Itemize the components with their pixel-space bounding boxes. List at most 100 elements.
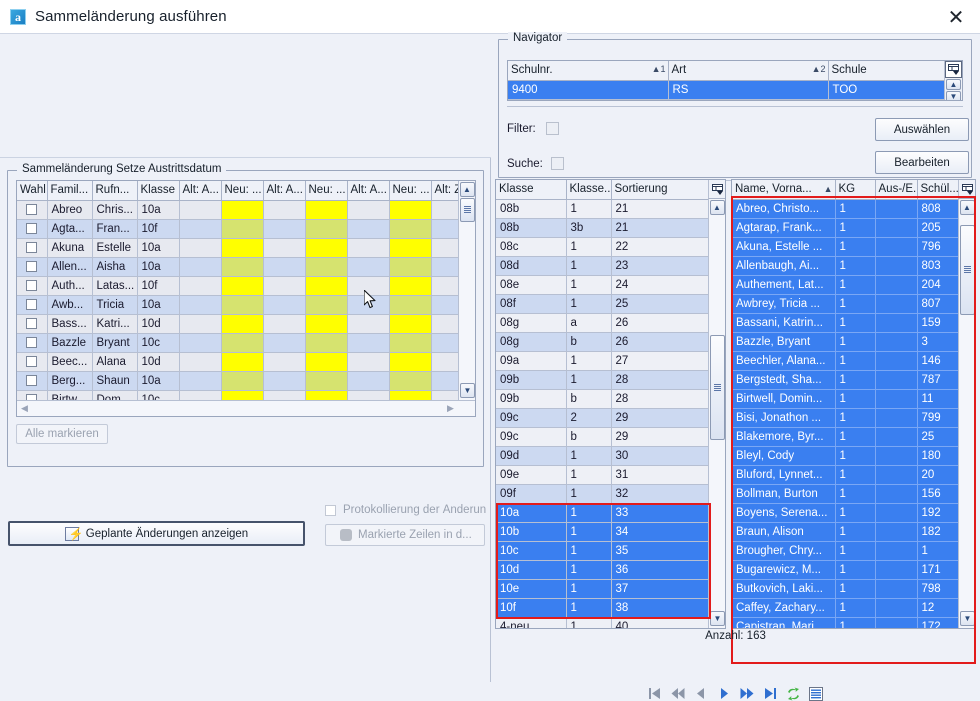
- cell-alt-4[interactable]: [347, 219, 390, 239]
- column-header-9[interactable]: Neu: ...: [389, 181, 432, 201]
- klasse-row[interactable]: 10d 1 36: [496, 560, 711, 580]
- changes-table-vscrollbar[interactable]: ▲ ▼: [458, 181, 475, 400]
- cell-alt-2[interactable]: [263, 200, 306, 220]
- cell-alt-4[interactable]: [347, 276, 390, 296]
- scroll-right-icon[interactable]: ▶: [443, 401, 458, 415]
- klasse-row[interactable]: 09d 1 30: [496, 446, 711, 466]
- name-column-header-0[interactable]: Name, Vorna... ▲: [732, 180, 836, 200]
- column-chooser-icon[interactable]: [945, 61, 962, 78]
- row-checkbox[interactable]: [26, 279, 38, 291]
- klasse-row[interactable]: 08b 3b 21: [496, 218, 711, 238]
- table-row[interactable]: Akuna Estelle 10a: [17, 238, 458, 258]
- scroll-left-icon[interactable]: ◀: [17, 401, 32, 415]
- cell-alt-0[interactable]: [179, 257, 222, 277]
- cell-neu-3[interactable]: [305, 276, 348, 296]
- select-button[interactable]: Auswählen: [875, 118, 969, 141]
- cell-alt-6[interactable]: [431, 276, 458, 296]
- name-row[interactable]: Akuna, Estelle ... 1 796: [732, 237, 961, 257]
- table-row[interactable]: Berg... Shaun 10a: [17, 371, 458, 391]
- nav-column-header-1[interactable]: Art ▲2: [668, 61, 829, 81]
- cell-neu-3[interactable]: [305, 295, 348, 315]
- name-row[interactable]: Bleyl, Cody 1 180: [732, 446, 961, 466]
- navigator-table[interactable]: Schulnr. ▲1 Art ▲2 Schule 9400 RS TOO ▲ ▼: [507, 60, 963, 101]
- name-row[interactable]: Blakemore, Byr... 1 25: [732, 427, 961, 447]
- marked-rows-button[interactable]: Markierte Zeilen in d...: [325, 524, 485, 546]
- name-row[interactable]: Birtwell, Domin... 1 11: [732, 389, 961, 409]
- cell-neu-3[interactable]: [305, 333, 348, 353]
- cell-neu-3[interactable]: [305, 257, 348, 277]
- cell-alt-2[interactable]: [263, 352, 306, 372]
- cell-neu-1[interactable]: [221, 295, 264, 315]
- klasse-row[interactable]: 09c 2 29: [496, 408, 711, 428]
- column-header-3[interactable]: Klasse: [137, 181, 180, 201]
- name-row[interactable]: Beechler, Alana... 1 146: [732, 351, 961, 371]
- table-row[interactable]: Beec... Alana 10d: [17, 352, 458, 372]
- nav-column-header-0[interactable]: Schulnr. ▲1: [508, 61, 669, 81]
- klasse-column-header-1[interactable]: Klasse...: [566, 180, 612, 200]
- klasse-row[interactable]: 09c b 29: [496, 427, 711, 447]
- klasse-row[interactable]: 09b b 28: [496, 389, 711, 409]
- filter-checkbox[interactable]: [545, 122, 559, 135]
- last-record-icon[interactable]: [763, 686, 778, 701]
- navigator-selected-row[interactable]: 9400 RS TOO: [508, 80, 948, 100]
- cell-neu-3[interactable]: [305, 200, 348, 220]
- klasse-row[interactable]: 4-neu 1 40: [496, 617, 711, 628]
- scroll-up-icon[interactable]: ▲: [459, 182, 475, 197]
- nav-column-header-2[interactable]: Schule: [828, 61, 948, 81]
- name-row[interactable]: Bisi, Jonathon ... 1 799: [732, 408, 961, 428]
- row-checkbox-cell[interactable]: [17, 276, 48, 296]
- klasse-row[interactable]: 08b 1 21: [496, 199, 711, 219]
- cell-neu-3[interactable]: [305, 238, 348, 258]
- cell-alt-6[interactable]: [431, 238, 458, 258]
- name-row[interactable]: Capistran, Mari... 1 172: [732, 617, 961, 628]
- fast-forward-icon[interactable]: [740, 686, 755, 701]
- klasse-row[interactable]: 10a 1 33: [496, 503, 711, 523]
- cell-alt-2[interactable]: [263, 238, 306, 258]
- cell-neu-5[interactable]: [389, 238, 432, 258]
- klasse-row[interactable]: 10f 1 38: [496, 598, 711, 618]
- log-changes-checkbox[interactable]: [325, 504, 336, 516]
- row-checkbox-cell[interactable]: [17, 314, 48, 334]
- cell-alt-0[interactable]: [179, 200, 222, 220]
- scroll-down-icon[interactable]: ▼: [460, 383, 475, 398]
- name-vscrollbar[interactable]: ▲ ▼: [958, 199, 975, 628]
- cell-alt-0[interactable]: [179, 371, 222, 391]
- row-checkbox-cell[interactable]: [17, 238, 48, 258]
- cell-neu-1[interactable]: [221, 352, 264, 372]
- row-checkbox[interactable]: [26, 374, 38, 386]
- cell-neu-1[interactable]: [221, 219, 264, 239]
- row-checkbox[interactable]: [26, 222, 38, 234]
- cell-neu-3[interactable]: [305, 390, 348, 400]
- name-row[interactable]: Allenbaugh, Ai... 1 803: [732, 256, 961, 276]
- klasse-row[interactable]: 09b 1 28: [496, 370, 711, 390]
- row-checkbox[interactable]: [26, 355, 38, 367]
- cell-alt-2[interactable]: [263, 314, 306, 334]
- cell-alt-6[interactable]: [431, 390, 458, 400]
- row-checkbox-cell[interactable]: [17, 200, 48, 220]
- cell-neu-1[interactable]: [221, 314, 264, 334]
- cell-neu-1[interactable]: [221, 276, 264, 296]
- next-record-icon[interactable]: [717, 686, 732, 701]
- klasse-column-header-2[interactable]: Sortierung: [611, 180, 711, 200]
- klasse-row[interactable]: 08e 1 24: [496, 275, 711, 295]
- cell-alt-0[interactable]: [179, 295, 222, 315]
- cell-neu-3[interactable]: [305, 352, 348, 372]
- cell-neu-1[interactable]: [221, 200, 264, 220]
- column-header-8[interactable]: Alt: A...: [347, 181, 390, 201]
- name-row[interactable]: Caffey, Zachary... 1 12: [732, 598, 961, 618]
- klasse-row[interactable]: 08f 1 25: [496, 294, 711, 314]
- name-row[interactable]: Bassani, Katrin... 1 159: [732, 313, 961, 333]
- row-checkbox-cell[interactable]: [17, 257, 48, 277]
- name-row[interactable]: Brougher, Chry... 1 1: [732, 541, 961, 561]
- cell-alt-0[interactable]: [179, 390, 222, 400]
- name-row[interactable]: Awbrey, Tricia ... 1 807: [732, 294, 961, 314]
- scroll-thumb[interactable]: [709, 335, 725, 440]
- cell-neu-1[interactable]: [221, 390, 264, 400]
- cell-neu-3[interactable]: [305, 219, 348, 239]
- klasse-row[interactable]: 10c 1 35: [496, 541, 711, 561]
- row-checkbox[interactable]: [26, 241, 38, 253]
- name-row[interactable]: Boyens, Serena... 1 192: [732, 503, 961, 523]
- klasse-table[interactable]: Klasse Klasse... Sortierung 08b 1 21 08b 3b 21 0…: [495, 179, 726, 629]
- row-checkbox[interactable]: [26, 336, 38, 348]
- cell-alt-0[interactable]: [179, 276, 222, 296]
